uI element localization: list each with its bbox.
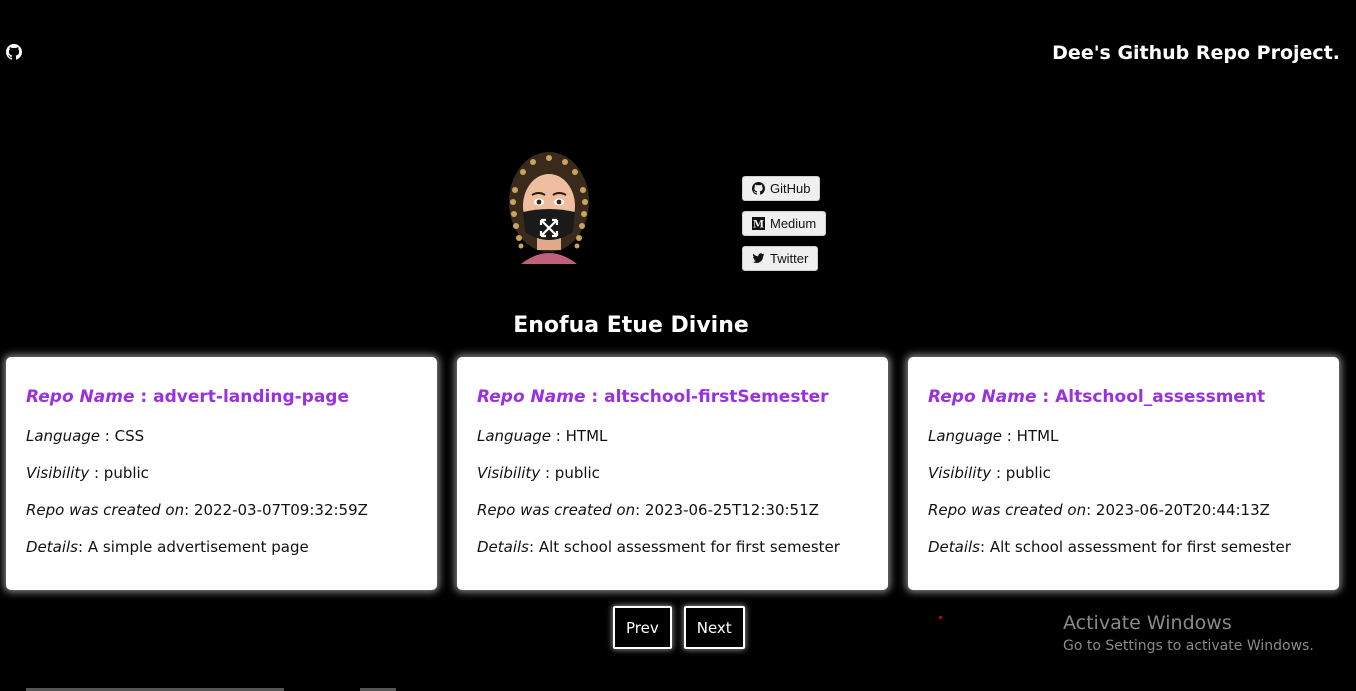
- activate-windows-watermark: Activate Windows Go to Settings to activ…: [1063, 612, 1314, 654]
- repo-language: Language : HTML: [928, 427, 1059, 445]
- repo-details: Details: Alt school assessment for first…: [477, 538, 840, 556]
- repo-name: Repo Name : altschool-firstSemester: [477, 387, 829, 407]
- profile-name: Enofua Etue Divine: [513, 313, 749, 338]
- github-button-label: GitHub: [770, 181, 811, 196]
- twitter-button[interactable]: Twitter: [742, 246, 819, 271]
- repo-details: Details: Alt school assessment for first…: [928, 538, 1291, 556]
- twitter-icon: [752, 253, 765, 263]
- twitter-button-label: Twitter: [770, 251, 809, 266]
- svg-text:M: M: [753, 220, 764, 231]
- medium-button-label: Medium: [770, 216, 817, 231]
- watermark-title: Activate Windows: [1063, 612, 1232, 634]
- github-icon[interactable]: [6, 44, 22, 60]
- repo-visibility: Visibility : public: [26, 464, 149, 482]
- medium-icon: M: [752, 217, 765, 230]
- pagination: Prev Next: [613, 606, 745, 649]
- repo-card: Repo Name : altschool-firstSemester Lang…: [457, 357, 888, 590]
- repo-language: Language : HTML: [477, 427, 608, 445]
- repo-details: Details: A simple advertisement page: [26, 538, 309, 556]
- repo-visibility: Visibility : public: [477, 464, 600, 482]
- repo-visibility: Visibility : public: [928, 464, 1051, 482]
- avatar: [509, 152, 589, 264]
- repo-card: Repo Name : advert-landing-page Language…: [6, 357, 437, 590]
- repo-card: Repo Name : Altschool_assessment Languag…: [908, 357, 1339, 590]
- prev-button[interactable]: Prev: [613, 606, 672, 649]
- social-links: GitHub M Medium Twitter: [742, 176, 827, 271]
- github-button[interactable]: GitHub: [742, 176, 821, 201]
- github-icon: [752, 182, 765, 195]
- next-button[interactable]: Next: [683, 606, 745, 649]
- repo-created: Repo was created on: 2023-06-20T20:44:13…: [928, 501, 1270, 519]
- repo-created: Repo was created on: 2023-06-25T12:30:51…: [477, 501, 819, 519]
- repo-language: Language : CSS: [26, 427, 145, 445]
- site-title: Dee's Github Repo Project.: [1052, 42, 1340, 64]
- cursor-dot: [939, 616, 942, 619]
- repo-created: Repo was created on: 2022-03-07T09:32:59…: [26, 501, 368, 519]
- repo-name: Repo Name : Altschool_assessment: [928, 387, 1266, 407]
- repo-cards: Repo Name : advert-landing-page Language…: [6, 357, 1339, 590]
- repo-name: Repo Name : advert-landing-page: [26, 387, 350, 407]
- medium-button[interactable]: M Medium: [742, 211, 827, 236]
- watermark-subtitle: Go to Settings to activate Windows.: [1063, 638, 1314, 654]
